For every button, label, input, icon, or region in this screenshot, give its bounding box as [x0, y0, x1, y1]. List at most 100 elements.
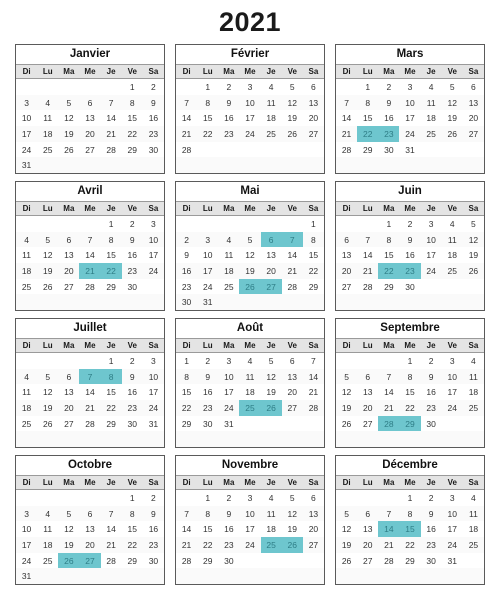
day-cell[interactable]: 9 [420, 505, 442, 522]
day-cell[interactable]: 5 [260, 352, 282, 369]
day-cell[interactable]: 9 [218, 94, 240, 111]
day-cell[interactable]: 2 [121, 215, 143, 232]
day-cell[interactable]: 8 [121, 505, 143, 522]
day-cell[interactable]: 10 [142, 231, 164, 248]
day-cell[interactable]: 12 [336, 521, 358, 538]
day-cell[interactable]: 3 [142, 352, 164, 369]
day-cell[interactable]: 9 [121, 368, 143, 385]
day-cell[interactable]: 20 [302, 110, 324, 127]
day-cell[interactable]: 11 [37, 521, 59, 538]
day-cell[interactable]: 7 [100, 94, 122, 111]
day-cell[interactable]: 7 [176, 94, 198, 111]
day-cell[interactable]: 14 [302, 368, 324, 385]
day-cell[interactable]: 24 [142, 263, 164, 279]
day-cell[interactable]: 2 [197, 352, 219, 369]
day-cell[interactable]: 25 [218, 278, 240, 295]
day-cell[interactable]: 16 [121, 247, 143, 264]
day-cell[interactable]: 25 [420, 126, 442, 142]
day-cell[interactable]: 8 [100, 231, 122, 248]
day-cell[interactable]: 30 [176, 294, 198, 310]
day-cell-highlighted[interactable]: 7 [79, 368, 101, 385]
day-cell[interactable]: 24 [218, 400, 240, 416]
day-cell[interactable]: 28 [302, 400, 324, 416]
day-cell[interactable]: 29 [302, 278, 324, 295]
day-cell[interactable]: 30 [197, 415, 219, 432]
day-cell[interactable]: 8 [399, 368, 421, 385]
day-cell[interactable]: 18 [420, 110, 442, 127]
day-cell[interactable]: 11 [441, 231, 463, 248]
day-cell[interactable]: 27 [336, 278, 358, 295]
day-cell[interactable]: 26 [281, 126, 303, 142]
day-cell[interactable]: 22 [176, 400, 198, 416]
day-cell[interactable]: 3 [16, 505, 38, 522]
day-cell[interactable]: 17 [197, 263, 219, 279]
day-cell[interactable]: 21 [378, 537, 400, 553]
day-cell[interactable]: 1 [197, 489, 219, 506]
day-cell[interactable]: 21 [176, 537, 198, 553]
day-cell[interactable]: 10 [16, 110, 38, 127]
day-cell[interactable]: 20 [357, 400, 379, 416]
day-cell[interactable]: 25 [16, 415, 38, 432]
day-cell[interactable]: 7 [378, 505, 400, 522]
day-cell-highlighted[interactable]: 14 [378, 521, 400, 538]
day-cell[interactable]: 19 [462, 247, 484, 264]
day-cell-highlighted[interactable]: 6 [260, 231, 282, 248]
day-cell[interactable]: 13 [302, 94, 324, 111]
day-cell[interactable]: 8 [399, 505, 421, 522]
day-cell[interactable]: 22 [399, 537, 421, 553]
day-cell[interactable]: 9 [142, 505, 164, 522]
day-cell[interactable]: 10 [239, 94, 261, 111]
day-cell[interactable]: 18 [37, 537, 59, 553]
day-cell[interactable]: 21 [281, 263, 303, 279]
day-cell[interactable]: 8 [197, 505, 219, 522]
day-cell[interactable]: 4 [37, 94, 59, 111]
day-cell[interactable]: 12 [281, 505, 303, 522]
day-cell[interactable]: 10 [420, 231, 442, 248]
day-cell[interactable]: 9 [378, 94, 400, 111]
day-cell[interactable]: 16 [176, 263, 198, 279]
day-cell[interactable]: 12 [281, 94, 303, 111]
day-cell[interactable]: 8 [176, 368, 198, 385]
day-cell[interactable]: 29 [100, 278, 122, 295]
day-cell[interactable]: 23 [420, 400, 442, 416]
day-cell[interactable]: 31 [16, 568, 38, 584]
day-cell[interactable]: 16 [420, 521, 442, 538]
day-cell[interactable]: 16 [197, 384, 219, 401]
day-cell[interactable]: 23 [176, 278, 198, 295]
day-cell[interactable]: 11 [16, 384, 38, 401]
day-cell[interactable]: 31 [218, 415, 240, 432]
day-cell[interactable]: 13 [462, 94, 484, 111]
day-cell[interactable]: 7 [336, 94, 358, 111]
day-cell[interactable]: 5 [281, 78, 303, 95]
day-cell[interactable]: 3 [16, 94, 38, 111]
day-cell[interactable]: 30 [218, 552, 240, 569]
day-cell[interactable]: 4 [16, 231, 38, 248]
day-cell[interactable]: 23 [142, 126, 164, 142]
day-cell[interactable]: 21 [176, 126, 198, 142]
day-cell-highlighted[interactable]: 7 [281, 231, 303, 248]
day-cell[interactable]: 9 [121, 231, 143, 248]
day-cell[interactable]: 20 [58, 263, 80, 279]
day-cell[interactable]: 5 [37, 231, 59, 248]
day-cell[interactable]: 11 [420, 94, 442, 111]
day-cell[interactable]: 5 [462, 215, 484, 232]
day-cell[interactable]: 11 [260, 505, 282, 522]
day-cell[interactable]: 20 [58, 400, 80, 416]
day-cell[interactable]: 19 [441, 110, 463, 127]
day-cell[interactable]: 1 [121, 78, 143, 95]
day-cell[interactable]: 13 [58, 384, 80, 401]
day-cell[interactable]: 24 [420, 263, 442, 279]
day-cell[interactable]: 23 [121, 263, 143, 279]
day-cell[interactable]: 18 [462, 384, 484, 401]
day-cell-highlighted[interactable]: 23 [378, 126, 400, 142]
day-cell[interactable]: 14 [357, 247, 379, 264]
day-cell[interactable]: 3 [197, 231, 219, 248]
day-cell[interactable]: 27 [281, 400, 303, 416]
day-cell[interactable]: 11 [218, 247, 240, 264]
day-cell[interactable]: 18 [218, 263, 240, 279]
day-cell[interactable]: 23 [121, 400, 143, 416]
day-cell[interactable]: 16 [378, 110, 400, 127]
day-cell[interactable]: 29 [100, 415, 122, 432]
day-cell[interactable]: 19 [37, 400, 59, 416]
day-cell[interactable]: 28 [100, 552, 122, 569]
